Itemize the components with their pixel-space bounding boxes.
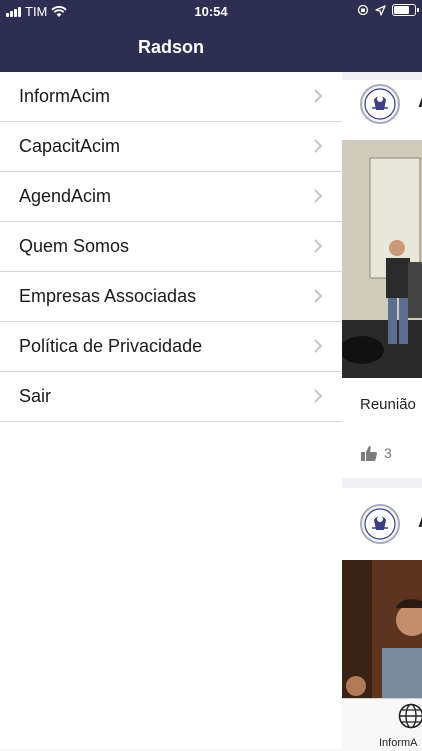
feed-post-card[interactable]: A: [342, 488, 422, 698]
post-author-name: A: [418, 90, 422, 113]
orientation-lock-icon: [357, 4, 369, 16]
menu-item-empresas-associadas[interactable]: Empresas Associadas: [0, 272, 342, 322]
chevron-right-icon: [312, 338, 324, 354]
menu-item-label: Quem Somos: [19, 236, 129, 257]
chevron-right-icon: [312, 188, 324, 204]
menu-item-label: AgendAcim: [19, 186, 111, 207]
battery-level: [394, 6, 409, 14]
acim-logo-icon: [360, 84, 400, 124]
thumbs-up-icon: [360, 444, 378, 462]
menu-item-label: Política de Privacidade: [19, 336, 202, 357]
chevron-right-icon: [312, 288, 324, 304]
side-drawer: Radson InformAcim CapacitAcim AgendAcim …: [0, 0, 342, 750]
post-photo[interactable]: [342, 140, 422, 378]
tab-informacim-label: InformA: [379, 737, 418, 749]
like-count: 3: [384, 445, 392, 461]
post-likes[interactable]: 3: [360, 444, 392, 462]
post-caption: Reunião: [360, 396, 416, 413]
menu-item-capacitacim[interactable]: CapacitAcim: [0, 122, 342, 172]
menu-item-agendacim[interactable]: AgendAcim: [0, 172, 342, 222]
status-right: [357, 4, 416, 16]
post-author-name: A: [418, 510, 422, 533]
chevron-right-icon: [312, 138, 324, 154]
menu-item-label: Empresas Associadas: [19, 286, 196, 307]
feed-post-card[interactable]: A Reunião 3: [342, 80, 422, 478]
menu-item-informacim[interactable]: InformAcim: [0, 72, 342, 122]
chevron-right-icon: [312, 88, 324, 104]
acim-logo-icon: [360, 504, 400, 544]
drawer-title: Radson: [138, 37, 204, 58]
post-photo[interactable]: [342, 560, 422, 698]
menu-item-label: InformAcim: [19, 86, 110, 107]
drawer-menu: InformAcim CapacitAcim AgendAcim Quem So…: [0, 72, 342, 422]
chevron-right-icon: [312, 388, 324, 404]
menu-item-quem-somos[interactable]: Quem Somos: [0, 222, 342, 272]
menu-item-label: Sair: [19, 386, 51, 407]
chevron-right-icon: [312, 238, 324, 254]
drawer-header: Radson: [0, 22, 342, 72]
battery-icon: [392, 4, 416, 16]
menu-item-sair[interactable]: Sair: [0, 372, 342, 422]
menu-item-label: CapacitAcim: [19, 136, 120, 157]
menu-item-politica-de-privacidade[interactable]: Política de Privacidade: [0, 322, 342, 372]
location-icon: [375, 5, 386, 16]
globe-icon[interactable]: [398, 703, 422, 729]
tab-bar: InformA: [342, 698, 422, 751]
status-bar: TIM 10:54: [0, 0, 422, 22]
